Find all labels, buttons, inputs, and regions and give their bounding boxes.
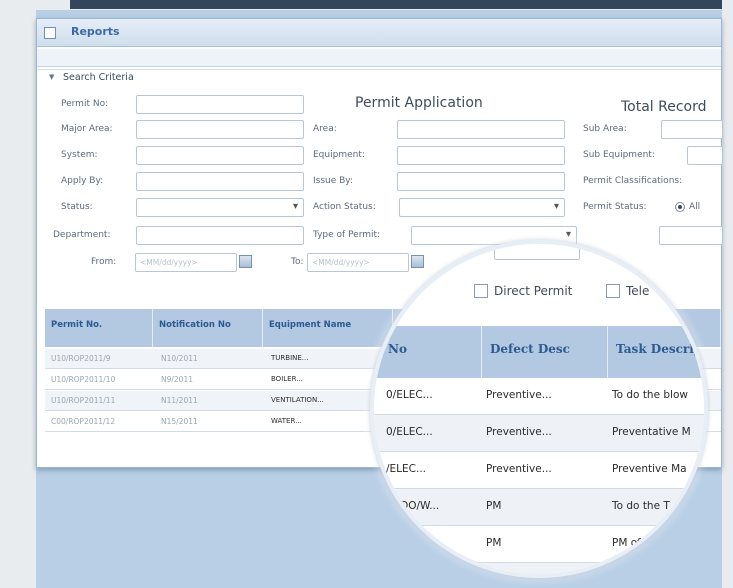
zoom-header-defect-desc[interactable]: Defect Desc: [482, 326, 608, 378]
permit-no-label: Permit No:: [61, 99, 109, 109]
permit-status-all-label: All: [689, 202, 701, 212]
tele-checkbox[interactable]: [606, 284, 620, 298]
zoom-cell-no: 0/ELEC...: [386, 389, 433, 401]
zoomed-select: [494, 244, 580, 260]
zoom-header-task-description[interactable]: Task Descrip: [608, 326, 704, 378]
system-label: System:: [61, 150, 98, 160]
zoom-row[interactable]: PM: [374, 563, 704, 578]
from-label: From:: [91, 257, 117, 267]
to-label: To:: [291, 257, 304, 267]
zoom-header-no[interactable]: No: [374, 326, 482, 378]
major-area-input[interactable]: [136, 120, 304, 139]
zoomed-field: [660, 244, 704, 260]
zoom-row[interactable]: ECOO/W... PM To do the T: [374, 489, 704, 526]
sub-area-label: Sub Area:: [583, 124, 627, 134]
grid-header-permit-no[interactable]: Permit No.: [45, 309, 153, 347]
zoom-row[interactable]: OO/W... PM PM of T: [374, 526, 704, 563]
total-record-label: Total Record: [621, 99, 707, 115]
magnifier-lens: Direct Permit Tele - Permit No Defect De…: [370, 240, 708, 578]
area-input[interactable]: [397, 120, 565, 139]
from-date-input[interactable]: <MM/dd/yyyy>: [135, 253, 237, 272]
sub-area-input[interactable]: [661, 120, 723, 139]
cell-permit-no[interactable]: C00/ROP2011/12: [51, 417, 115, 426]
cell-notification-no[interactable]: N10/2011: [161, 354, 198, 363]
grid-header-notification-no[interactable]: Notification No: [153, 309, 263, 347]
status-select[interactable]: [136, 198, 304, 217]
permit-cut-label: - Permit: [666, 280, 702, 290]
tele-label: Tele: [626, 284, 650, 298]
equipment-label: Equipment:: [313, 150, 365, 160]
apply-by-label: Apply By:: [61, 176, 104, 186]
issue-by-label: Issue By:: [313, 176, 354, 186]
permit-classifications-label: Permit Classifications:: [583, 176, 683, 186]
cell-equipment-name: TURBINE...: [271, 354, 309, 362]
area-label: Area:: [313, 124, 337, 134]
zoom-cell-task: To do the T: [612, 500, 670, 512]
zoom-cell-task: Preventative M: [612, 426, 691, 438]
right-field-input[interactable]: [659, 226, 723, 245]
search-criteria-label: Search Criteria: [63, 72, 134, 83]
cell-permit-no[interactable]: U10/ROP2011/11: [51, 396, 115, 405]
permit-status-all-radio[interactable]: [675, 202, 685, 212]
to-date-placeholder: <MM/dd/yyyy>: [312, 258, 370, 267]
direct-permit-checkbox[interactable]: [474, 284, 488, 298]
department-label: Department:: [53, 230, 111, 240]
major-area-label: Major Area:: [61, 124, 113, 134]
zoom-cell-defect: PM: [486, 500, 502, 512]
search-criteria-toggle[interactable]: ▼ Search Criteria: [37, 69, 721, 86]
zoom-cell-task: Preventive Ma: [612, 463, 687, 475]
cell-equipment-name: VENTILATION...: [271, 396, 324, 404]
sub-equipment-label: Sub Equipment:: [583, 150, 655, 160]
cell-notification-no[interactable]: N15/2011: [161, 417, 198, 426]
issue-by-input[interactable]: [397, 172, 565, 191]
permit-application-title: Permit Application: [355, 95, 483, 111]
action-status-label: Action Status:: [313, 202, 376, 212]
zoom-cell-no: /ELEC...: [386, 463, 427, 475]
panel-icon[interactable]: [44, 27, 56, 39]
cell-permit-no[interactable]: U10/ROP2011/10: [51, 375, 115, 384]
zoom-row[interactable]: 0/ELEC... Preventive... Preventative M: [374, 415, 704, 452]
zoom-cell-defect: Preventive...: [486, 389, 552, 401]
zoom-cell-defect: Preventive...: [486, 426, 552, 438]
right-margin: [722, 0, 733, 588]
apply-by-input[interactable]: [136, 172, 304, 191]
zoom-cell-task: PM of T: [612, 537, 651, 549]
collapse-arrow-icon[interactable]: ▼: [49, 73, 54, 81]
from-date-placeholder: <MM/dd/yyyy>: [140, 258, 198, 267]
zoom-cell-defect: PM: [486, 574, 501, 578]
left-margin: [0, 0, 36, 588]
action-status-select[interactable]: [399, 198, 565, 217]
window-top-bar: [0, 0, 733, 10]
system-input[interactable]: [136, 146, 304, 165]
cell-notification-no[interactable]: N11/2011: [161, 396, 198, 405]
from-calendar-icon[interactable]: [239, 255, 252, 268]
department-input[interactable]: [136, 226, 304, 245]
direct-permit-label: Direct Permit: [494, 284, 573, 298]
zoom-cell-no: OO/W...: [396, 537, 436, 549]
cell-equipment-name: WATER...: [271, 417, 302, 425]
cell-equipment-name: BOILER...: [271, 375, 303, 383]
sub-equipment-input[interactable]: [687, 146, 723, 165]
panel-header: Reports: [37, 19, 721, 47]
toolbar-strip: [37, 49, 721, 67]
zoom-cell-task: To do the blow: [612, 389, 688, 401]
cell-notification-no[interactable]: N9/2011: [161, 375, 193, 384]
permit-status-label: Permit Status:: [583, 202, 647, 212]
cell-permit-no[interactable]: U10/ROP2011/9: [51, 354, 111, 363]
status-label: Status:: [61, 202, 93, 212]
panel-title: Reports: [71, 25, 120, 38]
zoom-row[interactable]: /ELEC... Preventive... Preventive Ma: [374, 452, 704, 489]
zoom-row[interactable]: 0/ELEC... Preventive... To do the blow: [374, 378, 704, 415]
zoom-cell-no: ECOO/W...: [386, 500, 440, 512]
equipment-input[interactable]: [397, 146, 565, 165]
type-of-permit-label: Type of Permit:: [313, 230, 381, 240]
zoom-cell-defect: PM: [486, 537, 502, 549]
permit-no-input[interactable]: [136, 95, 304, 114]
zoom-cell-defect: Preventive...: [486, 463, 552, 475]
zoom-cell-no: 0/ELEC...: [386, 426, 433, 438]
